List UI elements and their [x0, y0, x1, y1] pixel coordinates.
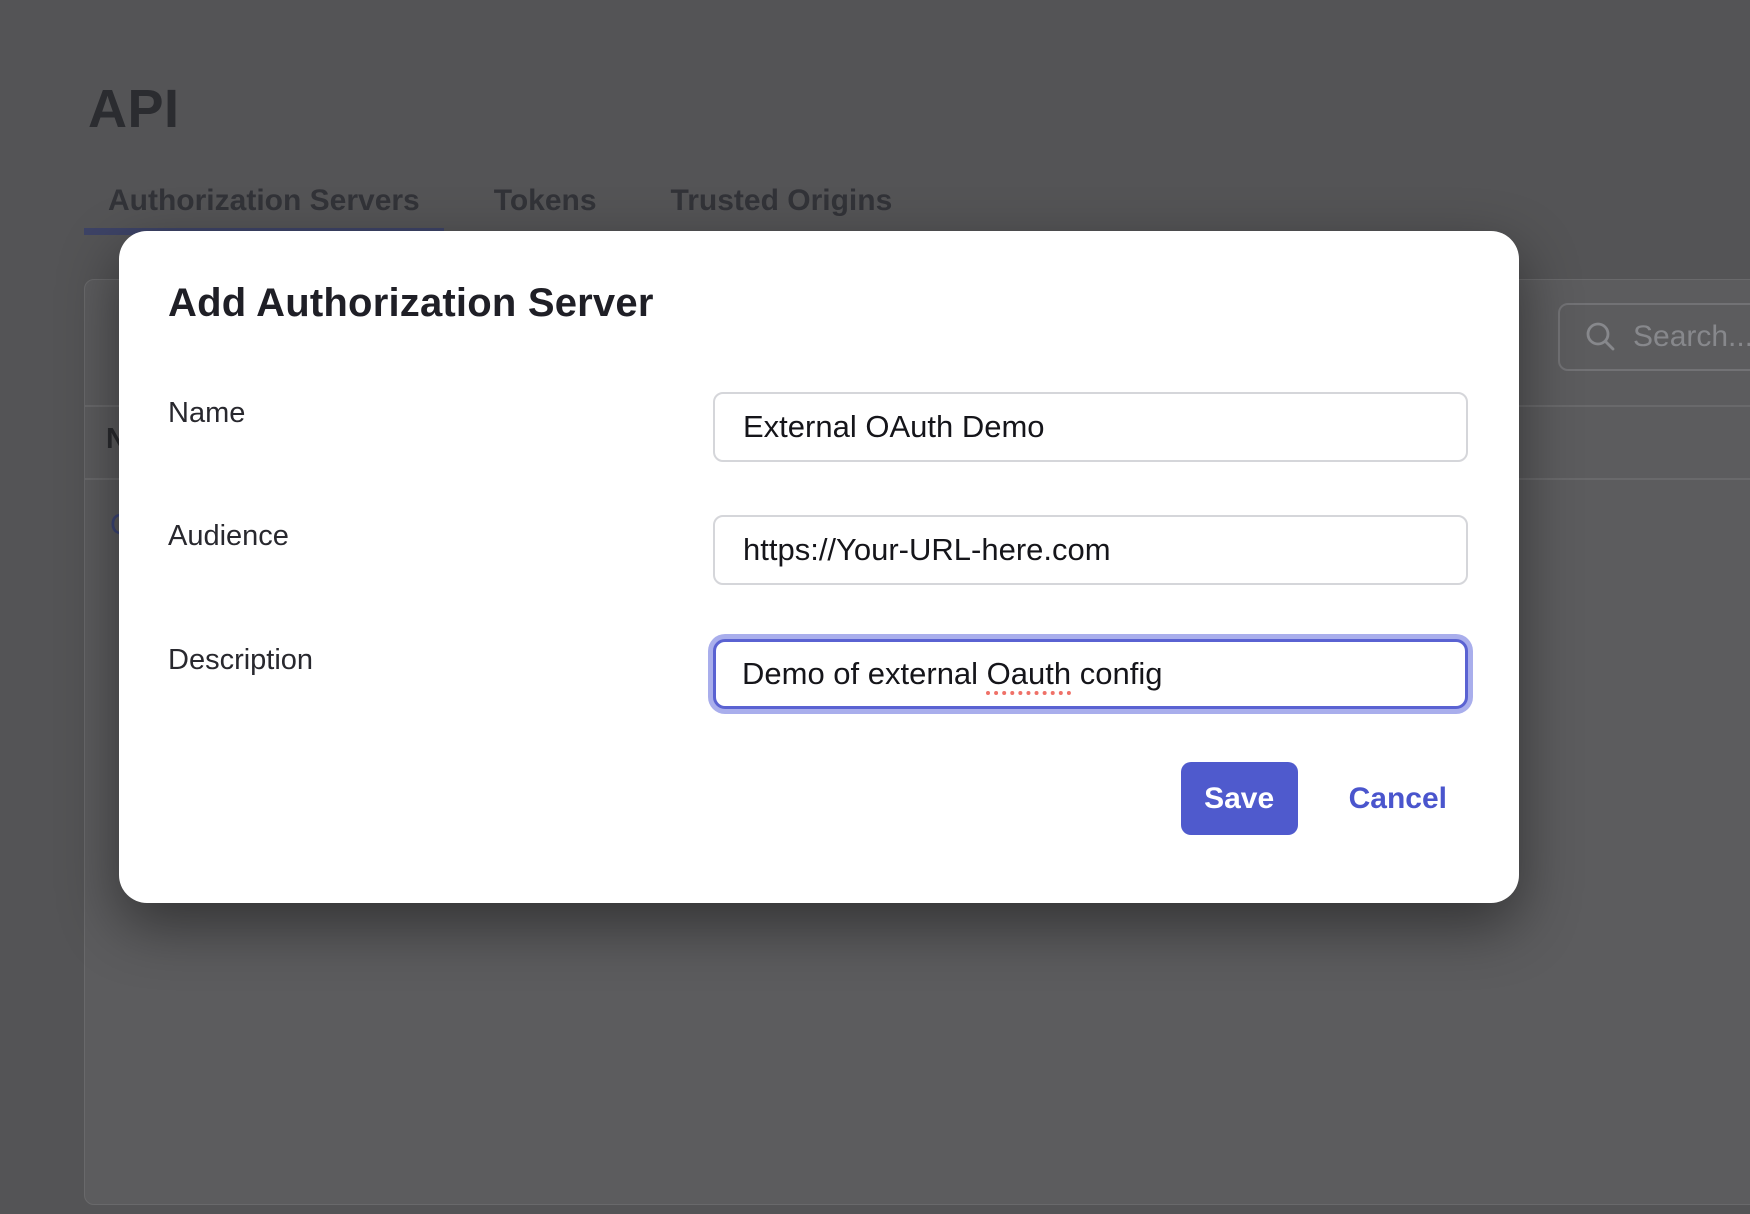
- name-label: Name: [168, 395, 245, 431]
- app-root: API Authorization Servers Tokens Trusted…: [0, 0, 1750, 1214]
- tab-tokens[interactable]: Tokens: [470, 184, 621, 228]
- name-field[interactable]: [713, 392, 1468, 462]
- tab-label: Trusted Origins: [671, 184, 893, 217]
- search-input[interactable]: Search...: [1558, 303, 1750, 371]
- tab-label: Authorization Servers: [108, 184, 420, 217]
- description-label: Description: [168, 642, 313, 678]
- tab-bar: Authorization Servers Tokens Trusted Ori…: [84, 184, 916, 228]
- description-field[interactable]: Demo of external Oauth config: [713, 639, 1468, 709]
- search-placeholder: Search...: [1633, 320, 1750, 354]
- modal-footer: Save Cancel: [1181, 762, 1447, 835]
- modal-title: Add Authorization Server: [168, 281, 654, 326]
- page-title: API: [88, 78, 180, 140]
- audience-field[interactable]: [713, 515, 1468, 585]
- description-text: Demo of external: [742, 656, 987, 692]
- description-misspelled-word: Oauth: [987, 656, 1071, 692]
- magnifier-icon: [1584, 320, 1618, 354]
- tab-trusted-origins[interactable]: Trusted Origins: [647, 184, 917, 228]
- audience-label: Audience: [168, 518, 289, 554]
- cancel-button[interactable]: Cancel: [1349, 782, 1447, 816]
- add-authorization-server-modal: Add Authorization Server Name Audience D…: [119, 231, 1519, 903]
- save-button[interactable]: Save: [1181, 762, 1298, 835]
- tab-authorization-servers[interactable]: Authorization Servers: [84, 184, 444, 228]
- tab-label: Tokens: [494, 184, 597, 217]
- description-text: config: [1071, 656, 1162, 692]
